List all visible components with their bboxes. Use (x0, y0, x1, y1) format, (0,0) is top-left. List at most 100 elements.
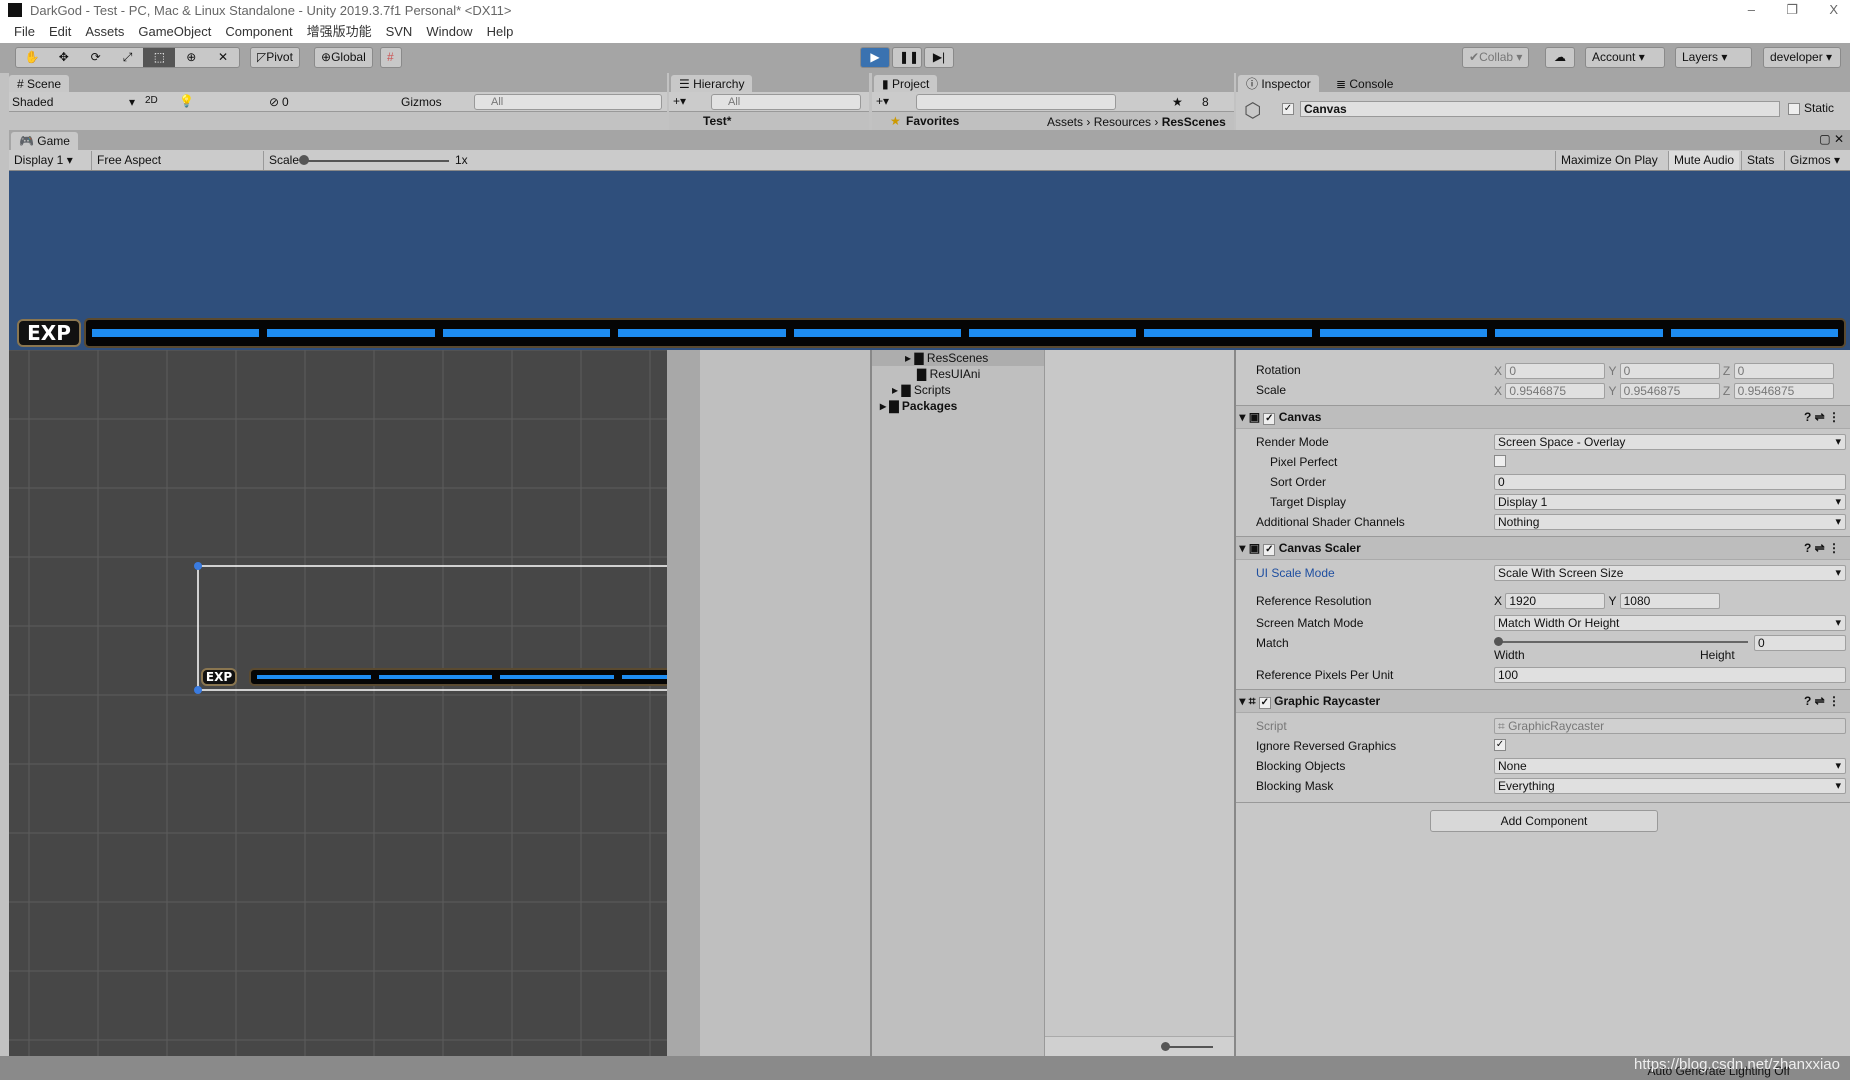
shading-dropdown[interactable]: Shaded (12, 95, 53, 109)
canvas-component-header[interactable]: ▾ ▣ ✓ Canvas? ⇌ ⋮ (1236, 405, 1850, 429)
ui-scale-mode-dropdown[interactable]: Scale With Screen Size (1494, 565, 1846, 581)
gizmos-dropdown[interactable]: Gizmos (401, 95, 442, 109)
scale-z[interactable]: 0.9546875 (1733, 383, 1834, 399)
shader-channels-dropdown[interactable]: Nothing (1494, 514, 1846, 530)
2d-toggle[interactable]: 2D (145, 95, 158, 106)
graphic-raycaster-header[interactable]: ▾ ⌗ ✓ Graphic Raycaster? ⇌ ⋮ (1236, 689, 1850, 713)
move-tool-icon[interactable]: ✥ (48, 48, 80, 67)
custom-tool-icon[interactable]: ✕ (207, 48, 239, 67)
collab-button[interactable]: ✔Collab ▾ (1462, 47, 1530, 68)
rotate-tool-icon[interactable]: ⟳ (80, 48, 112, 67)
raycaster-enabled-checkbox[interactable]: ✓ (1258, 697, 1271, 709)
menu-assets[interactable]: Assets (85, 24, 124, 39)
hierarchy-search-input[interactable]: All (711, 94, 861, 110)
project-search-input[interactable] (916, 94, 1116, 110)
scale-slider-thumb[interactable] (299, 155, 309, 165)
rect-tool-icon[interactable]: ⬚ (143, 48, 176, 67)
favorites-label[interactable]: Favorites (906, 114, 959, 128)
create-button[interactable]: +▾ (673, 94, 686, 108)
component-menu-icons[interactable]: ? ⇌ ⋮ (1804, 537, 1840, 559)
step-button[interactable]: ▶| (924, 47, 954, 68)
add-component-button[interactable]: Add Component (1430, 810, 1658, 832)
scene-search-input[interactable]: All (474, 94, 662, 110)
render-mode-dropdown[interactable]: Screen Space - Overlay (1494, 434, 1846, 450)
tree-item-packages[interactable]: ▸ ▇ Packages (880, 399, 957, 413)
close-game-icon[interactable]: ▢ ✕ (1819, 132, 1844, 146)
ppu-input[interactable]: 100 (1494, 667, 1846, 683)
tab-game[interactable]: 🎮 Game (11, 132, 78, 150)
menu-help[interactable]: Help (487, 24, 514, 39)
tab-inspector[interactable]: ⓘ Inspector (1238, 75, 1319, 93)
scale-y[interactable]: 0.9546875 (1619, 383, 1720, 399)
close-button[interactable]: X (1829, 2, 1838, 17)
snap-button[interactable]: # (380, 47, 402, 68)
sort-order-input[interactable]: 0 (1494, 474, 1846, 490)
restore-button[interactable]: ❐ (1786, 2, 1798, 18)
mute-audio-toggle[interactable]: Mute Audio (1668, 151, 1740, 170)
ref-res-y[interactable]: 1080 (1619, 593, 1720, 609)
pause-button[interactable]: ❚❚ (892, 47, 922, 68)
menu-component[interactable]: Component (225, 24, 292, 39)
game-gizmos-toggle[interactable]: Gizmos ▾ (1784, 151, 1845, 170)
match-value-input[interactable]: 0 (1754, 635, 1846, 651)
stats-toggle[interactable]: Stats (1741, 151, 1779, 170)
tab-console[interactable]: ≣ Console (1328, 75, 1401, 93)
play-button[interactable]: ▶ (860, 47, 890, 68)
ref-res-x[interactable]: 1920 (1505, 593, 1606, 609)
global-button[interactable]: ⊕Global (314, 47, 373, 68)
tree-item-scripts[interactable]: ▸ ▇ Scripts (892, 383, 951, 397)
script-field[interactable]: ⌗ GraphicRaycaster (1494, 718, 1846, 734)
rotation-y[interactable]: 0 (1619, 363, 1720, 379)
tab-hierarchy[interactable]: ☰ Hierarchy (671, 75, 753, 93)
canvas-scaler-header[interactable]: ▾ ▣ ✓ Canvas Scaler? ⇌ ⋮ (1236, 536, 1850, 560)
crumb-resources[interactable]: Resources (1094, 115, 1151, 129)
ignore-reversed-checkbox[interactable]: ✓ (1494, 739, 1506, 751)
canvas-enabled-checkbox[interactable]: ✓ (1263, 413, 1276, 425)
maximize-on-play-toggle[interactable]: Maximize On Play (1555, 151, 1663, 170)
scene-view[interactable]: EXP (9, 350, 667, 1056)
blocking-mask-dropdown[interactable]: Everything (1494, 778, 1846, 794)
menu-enhanced[interactable]: 增强版功能 (307, 24, 372, 39)
crumb-resscenes[interactable]: ResScenes (1162, 115, 1226, 129)
active-checkbox[interactable]: ✓ (1282, 103, 1294, 115)
match-slider[interactable] (1498, 641, 1748, 643)
menu-edit[interactable]: Edit (49, 24, 71, 39)
aspect-dropdown[interactable]: Free Aspect (91, 151, 261, 170)
minimize-button[interactable]: – (1748, 2, 1755, 17)
object-name-input[interactable]: Canvas (1300, 101, 1780, 117)
pixel-perfect-checkbox[interactable] (1494, 455, 1506, 467)
tree-item-resscenes[interactable]: ▸ ▇ ResScenes (905, 351, 988, 365)
lighting-toggle-icon[interactable]: 💡 (179, 94, 194, 108)
static-label[interactable]: Static (1804, 101, 1834, 115)
target-display-dropdown[interactable]: Display 1 (1494, 494, 1846, 510)
scaler-enabled-checkbox[interactable]: ✓ (1263, 544, 1276, 556)
screen-match-mode-dropdown[interactable]: Match Width Or Height (1494, 615, 1846, 631)
scale-tool-icon[interactable]: ⤢ (112, 48, 144, 67)
icon-size-slider[interactable] (1165, 1046, 1213, 1048)
tab-project[interactable]: ▮ Project (874, 75, 938, 93)
cloud-icon[interactable]: ☁ (1545, 47, 1575, 68)
menu-gameobject[interactable]: GameObject (138, 24, 211, 39)
layers-dropdown[interactable]: Layers ▾ (1675, 47, 1752, 68)
hand-tool-icon[interactable]: ✋ (16, 48, 48, 67)
display-dropdown[interactable]: Display 1 ▾ (9, 151, 89, 170)
static-checkbox[interactable] (1788, 103, 1800, 115)
blocking-objects-dropdown[interactable]: None (1494, 758, 1846, 774)
crumb-assets[interactable]: Assets (1047, 115, 1083, 129)
menu-window[interactable]: Window (426, 24, 472, 39)
match-slider-thumb[interactable] (1494, 637, 1503, 646)
scale-slider[interactable] (301, 160, 449, 162)
menu-svn[interactable]: SVN (386, 24, 413, 39)
layout-dropdown[interactable]: developer ▾ (1763, 47, 1841, 68)
rotation-z[interactable]: 0 (1733, 363, 1834, 379)
pivot-button[interactable]: ◸Pivot (250, 47, 300, 68)
component-menu-icons[interactable]: ? ⇌ ⋮ (1804, 406, 1840, 428)
menu-file[interactable]: File (14, 24, 35, 39)
rotation-x[interactable]: 0 (1505, 363, 1606, 379)
scale-x[interactable]: 0.9546875 (1505, 383, 1606, 399)
hierarchy-root-row[interactable]: Test* (669, 112, 869, 130)
project-create-button[interactable]: +▾ (876, 94, 889, 108)
component-menu-icons[interactable]: ? ⇌ ⋮ (1804, 690, 1840, 712)
account-dropdown[interactable]: Account ▾ (1585, 47, 1665, 68)
favorite-star-icon[interactable]: ★ (1172, 95, 1183, 109)
